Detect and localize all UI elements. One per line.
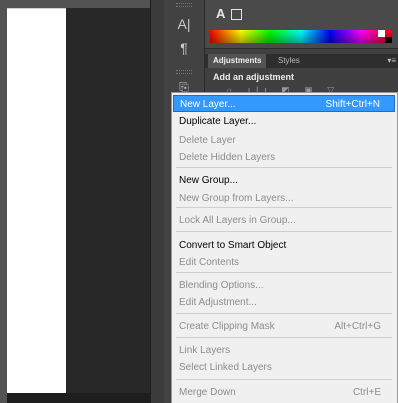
menu-item: Select Linked Layers	[173, 359, 395, 376]
menu-item: Create Clipping Mask Alt+Ctrl+G	[173, 318, 395, 335]
adjustments-heading: Add an adjustment	[213, 72, 295, 82]
menu-item: Link Layers	[173, 342, 395, 359]
menu-item: Edit Contents	[173, 254, 395, 271]
menu-item-shortcut: Alt+Ctrl+G	[334, 321, 381, 332]
menu-item-label: New Layer...	[180, 99, 236, 110]
menu-separator	[176, 379, 392, 380]
menu-item[interactable]: New Layer... Shift+Ctrl+N	[173, 95, 395, 112]
menu-separator	[176, 167, 392, 168]
menu-item-label: Blending Options...	[179, 280, 264, 291]
dock-grip[interactable]	[176, 70, 192, 74]
menu-item-label: New Group...	[179, 175, 238, 186]
menu-item-label: Merge Down	[179, 387, 236, 398]
menu-separator	[176, 207, 392, 208]
photoshop-window: A| ¶ ⎘ A Adjustments Styles ▾≡ Add an ad…	[0, 0, 398, 403]
menu-item[interactable]: Convert to Smart Object	[173, 237, 395, 254]
panel-menu-icon[interactable]: ▾≡	[387, 54, 396, 68]
black-swatch[interactable]	[385, 37, 392, 43]
tab-adjustments[interactable]: Adjustments	[208, 54, 267, 68]
document-canvas[interactable]	[7, 8, 66, 394]
document-scrollbar[interactable]	[7, 393, 150, 403]
menu-item-label: Delete Layer	[179, 135, 236, 146]
character-panel-icon[interactable]: A|	[164, 16, 204, 32]
menu-item: Lock All Layers in Group...	[173, 212, 395, 229]
menu-item: New Group from Layers...	[173, 190, 395, 207]
menu-separator	[176, 313, 392, 314]
paragraph-panel-icon[interactable]: ¶	[164, 40, 204, 56]
menu-item: Delete Hidden Layers	[173, 149, 395, 166]
menu-item: Edit Adjustment...	[173, 294, 395, 311]
menu-item-label: Create Clipping Mask	[179, 321, 275, 332]
menu-item-label: Select Linked Layers	[179, 362, 272, 373]
menu-item: Blending Options...	[173, 277, 395, 294]
menu-separator	[176, 231, 392, 232]
menu-item-label: Edit Adjustment...	[179, 297, 257, 308]
menu-item-label: Convert to Smart Object	[179, 240, 287, 251]
menu-item-label: Edit Contents	[179, 257, 240, 268]
canvas-pasteboard	[66, 8, 150, 403]
menu-item-label: Delete Hidden Layers	[179, 152, 276, 163]
menu-item: Delete Layer	[173, 132, 395, 149]
color-panel: A	[205, 0, 398, 49]
menu-item-label: Lock All Layers in Group...	[179, 215, 296, 226]
tab-styles[interactable]: Styles	[273, 54, 305, 68]
menu-item[interactable]: Duplicate Layer...	[173, 113, 395, 130]
color-spectrum-bar[interactable]	[210, 30, 392, 43]
panel-tab-bar: Adjustments Styles ▾≡	[205, 54, 398, 68]
white-swatch[interactable]	[378, 30, 385, 37]
menu-separator	[176, 337, 392, 338]
menu-item-label: New Group from Layers...	[179, 193, 294, 204]
layer-context-menu: New Layer... Shift+Ctrl+N Duplicate Layer.…	[171, 92, 398, 403]
menu-separator	[176, 272, 392, 273]
menu-item-label: Duplicate Layer...	[179, 116, 257, 127]
foreground-text-icon: A	[216, 6, 226, 21]
menu-item-shortcut: Ctrl+E	[352, 387, 381, 398]
background-swatch-icon[interactable]	[231, 9, 242, 20]
menu-item[interactable]: New Group...	[173, 172, 395, 189]
menu-item: Merge Down Ctrl+E	[173, 384, 395, 401]
menu-item-shortcut: Shift+Ctrl+N	[325, 99, 380, 110]
menu-item-label: Link Layers	[179, 345, 231, 356]
dock-grip[interactable]	[176, 3, 192, 7]
